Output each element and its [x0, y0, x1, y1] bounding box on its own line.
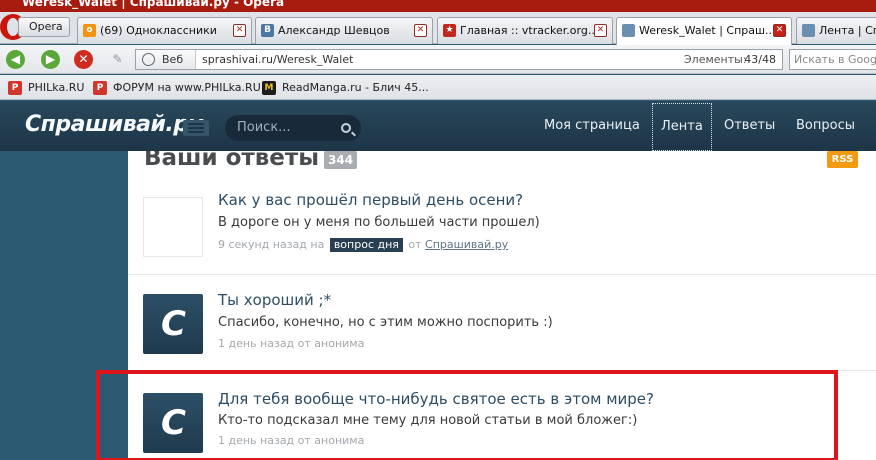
close-tab-icon[interactable]: ✕ — [233, 24, 246, 37]
elements-count: 43/48 — [744, 53, 776, 66]
tab-label: Weresk_Walet | Спраш... — [639, 24, 776, 37]
question-link[interactable]: Как у вас прошёл первый день осени? — [218, 191, 523, 209]
close-tab-icon[interactable]: ✕ — [773, 24, 786, 37]
highlight-annotation — [96, 370, 838, 460]
tab-vtracker[interactable]: ★ Главная :: vtracker.org... ✕ — [437, 17, 613, 44]
edit-wand-icon[interactable]: ✎ — [108, 50, 127, 69]
nav-my-page[interactable]: Моя страница — [544, 101, 640, 151]
bookmark-label: ReadManga.ru - Блич 45... — [282, 81, 429, 94]
vtracker-icon: ★ — [443, 24, 456, 37]
bookmark-philka-forum[interactable]: P ФОРУМ на www.PHILka.RU — [93, 80, 261, 96]
philka-icon: P — [93, 81, 107, 95]
tab-vk[interactable]: B Александр Шевцов ✕ — [255, 17, 433, 44]
avatar[interactable] — [143, 197, 203, 257]
bookmarks-bar: P PHILka.RU P ФОРУМ на www.PHILka.RU M R… — [0, 75, 876, 100]
bookmark-label: ФОРУМ на www.PHILka.RU — [113, 81, 261, 94]
bookmark-label: PHILka.RU — [28, 81, 85, 94]
answer-text: Спасибо, конечно, но с этим можно поспор… — [218, 315, 553, 330]
web-search-selector[interactable]: Веб — [136, 50, 196, 69]
bookmark-readmanga[interactable]: M ReadManga.ru - Блич 45... — [262, 80, 429, 96]
tab-label: Лента | Спр — [819, 24, 876, 37]
tab-lenta[interactable]: Лента | Спр — [796, 17, 876, 44]
question-of-day-tag[interactable]: вопрос дня — [329, 238, 403, 252]
nav-questions[interactable]: Вопросы — [796, 101, 855, 151]
avatar-letter: C — [161, 304, 186, 344]
back-arrow-icon[interactable]: ◀ — [6, 50, 25, 69]
rss-button[interactable]: RSS — [827, 151, 858, 168]
search-icon[interactable] — [341, 123, 351, 133]
opera-menu-button[interactable]: Opera — [18, 17, 70, 37]
search-placeholder: Поиск... — [237, 120, 291, 135]
answer-item: C Ты хороший ;* Спасибо, конечно, но с э… — [128, 291, 876, 371]
answer-item: Как у вас прошёл первый день осени? В до… — [128, 189, 876, 273]
window-title-bar: Weresk_Walet | Спрашивай.ру - Opera — [0, 0, 876, 12]
avatar[interactable]: C — [143, 294, 203, 354]
tab-odnoklassniki[interactable]: o (69) Одноклассники ✕ — [77, 17, 252, 44]
elements-label: Элементы: — [684, 53, 747, 66]
menu-icon[interactable] — [183, 120, 209, 136]
odnoklassniki-icon: o — [83, 24, 96, 37]
answer-time: 9 секунд назад на — [218, 238, 325, 251]
tab-label: Александр Шевцов — [278, 24, 390, 37]
tab-label: Главная :: vtracker.org... — [460, 24, 599, 37]
tab-weresk-walet[interactable]: Weresk_Walet | Спраш... ✕ — [616, 17, 792, 45]
answer-meta: 9 секунд назад на вопрос дня от Спрашива… — [218, 238, 508, 252]
vk-icon: B — [261, 24, 274, 37]
page-icon — [802, 24, 815, 37]
browser-tab-bar: Opera o (69) Одноклассники ✕ B Александр… — [0, 12, 876, 45]
philka-icon: P — [8, 81, 22, 95]
forward-arrow-icon[interactable]: ▶ — [41, 50, 60, 69]
answers-count-badge: 344 — [324, 151, 358, 169]
tab-label: (69) Одноклассники — [100, 24, 217, 37]
bookmark-philka[interactable]: P PHILka.RU — [8, 80, 84, 96]
web-label: Веб — [162, 53, 184, 66]
site-header: Спрашивай.ру Поиск... Моя страница Лента… — [0, 101, 876, 151]
page-title: Ваши ответы — [144, 151, 320, 171]
close-tab-icon[interactable]: ✕ — [414, 24, 427, 37]
globe-icon — [142, 53, 155, 66]
page-icon — [622, 24, 635, 37]
url-text[interactable]: sprashivai.ru/Weresk_Walet — [202, 50, 353, 69]
question-link[interactable]: Ты хороший ;* — [218, 291, 331, 309]
site-logo[interactable]: Спрашивай.ру — [25, 112, 203, 137]
source-link[interactable]: Спрашивай.ру — [425, 238, 508, 251]
from-label: от — [408, 238, 422, 251]
browser-navigation-bar: ◀ ▶ ✕ ✎ Веб sprashivai.ru/Weresk_Walet Э… — [0, 45, 876, 74]
close-tab-icon[interactable]: ✕ — [594, 24, 607, 37]
readmanga-icon: M — [262, 81, 276, 95]
answer-text: В дороге он у меня по большей части прош… — [218, 215, 540, 230]
nav-feed[interactable]: Лента — [652, 103, 712, 151]
window-title: Weresk_Walet | Спрашивай.ру - Opera — [22, 0, 285, 9]
stop-icon[interactable]: ✕ — [74, 50, 93, 69]
site-search-input[interactable]: Поиск... — [225, 115, 361, 141]
nav-answers[interactable]: Ответы — [724, 101, 775, 151]
google-search-input[interactable]: Искать в Google — [789, 49, 876, 70]
answer-meta: 1 день назад от анонима — [218, 337, 365, 350]
address-bar[interactable]: Веб sprashivai.ru/Weresk_Walet Элементы:… — [135, 49, 783, 70]
divider — [128, 274, 876, 275]
